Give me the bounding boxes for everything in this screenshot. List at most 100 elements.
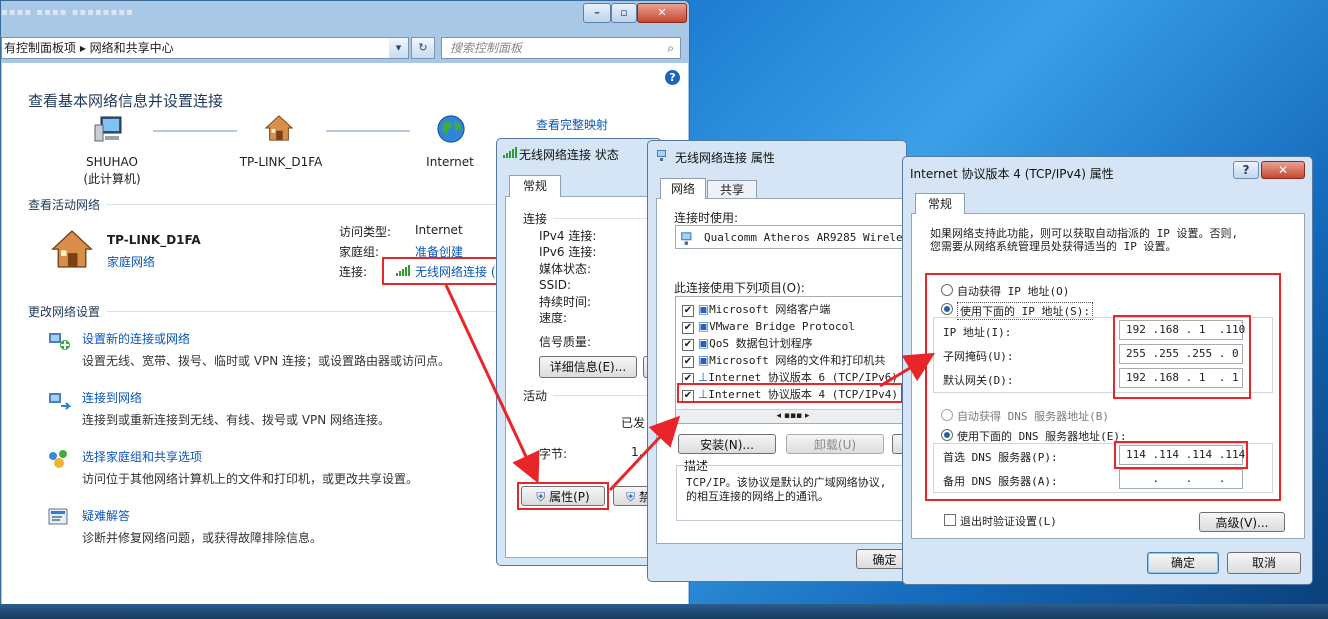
wifi-signal-icon [503, 147, 517, 158]
refresh-icon[interactable]: ↻ [411, 37, 435, 59]
node-sub: (此计算机) [83, 172, 141, 186]
ipv4-properties-dialog: Internet 协议版本 4 (TCP/IPv4) 属性 ? ✕ 常规 如果网… [902, 156, 1313, 585]
search-input[interactable]: 搜索控制面板 ⌕ [441, 37, 681, 59]
signal-quality-label: 信号质量: [539, 335, 592, 349]
adapter-field[interactable]: Qualcomm Atheros AR9285 Wireless [675, 225, 916, 249]
page-title: 查看基本网络信息并设置连接 [28, 92, 224, 110]
description-line: 的相互连接的网络上的通讯。 [686, 490, 829, 503]
task-homegroup-link[interactable]: 选择家庭组和共享选项 [82, 448, 202, 465]
item-icon: ▣ [697, 353, 710, 367]
items-label: 此连接使用下列项目(O): [674, 281, 805, 295]
breadcrumb[interactable]: 有控制面板项 ▸ 网络和共享中心 [4, 41, 174, 55]
internet-globe-icon [437, 115, 465, 143]
list-item[interactable]: ✔ ▣QoS 数据包计划程序 [682, 335, 908, 352]
list-item[interactable]: ✔ ▣Microsoft 网络客户端 [682, 301, 908, 318]
view-full-map-link[interactable]: 查看完整映射 [536, 116, 608, 133]
shield-icon: ⛨ [626, 490, 636, 504]
active-network-name: TP-LINK_D1FA [107, 233, 201, 247]
details-button[interactable]: 详细信息(E)... [539, 356, 637, 378]
annotation-highlight [1114, 441, 1248, 469]
home-network-icon [264, 115, 294, 141]
setup-connection-icon [49, 333, 70, 350]
status-row: IPv6 连接: [539, 245, 597, 260]
status-row: 持续时间: [539, 294, 592, 309]
help-button[interactable]: ? [1233, 161, 1259, 179]
change-settings-header: 更改网络设置 [28, 305, 101, 319]
taskbar[interactable] [0, 604, 1328, 619]
task-troubleshoot-desc: 诊断并修复网络问题，或获得故障排除信息。 [82, 531, 323, 545]
install-button[interactable]: 安装(N)... [678, 434, 776, 454]
address-bar[interactable]: 有控制面板项 ▸ 网络和共享中心 [1, 37, 409, 59]
item-icon: ▣ [697, 336, 710, 350]
homegroup-icon [49, 450, 67, 468]
checkbox[interactable]: ✔ [682, 339, 694, 351]
advanced-button[interactable]: 高级(V)... [1199, 512, 1285, 532]
manual-ip-radio[interactable] [941, 303, 953, 315]
connection-group-label: 连接 [523, 212, 548, 226]
auto-dns-radio[interactable] [941, 409, 953, 421]
subnet-mask-label: 子网掩码(U): [943, 350, 1014, 363]
network-adapter-icon [657, 150, 666, 161]
tab-general[interactable]: 常规 [509, 175, 561, 197]
checkbox[interactable]: ✔ [682, 356, 694, 368]
intro-text: 您需要从网络系统管理员处获得适当的 IP 设置。 [930, 240, 1177, 253]
auto-ip-label[interactable]: 自动获得 IP 地址(O) [957, 283, 1069, 299]
list-item[interactable]: ✔ ▣VMware Bridge Protocol [682, 318, 908, 335]
network-type-link[interactable]: 家庭网络 [107, 253, 155, 270]
checkbox[interactable]: ✔ [682, 322, 694, 334]
close-button[interactable]: ✕ [1261, 161, 1305, 179]
list-item[interactable]: ✔ ▣Microsoft 网络的文件和打印机共 [682, 352, 908, 369]
validate-label[interactable]: 退出时验证设置(L) [960, 513, 1057, 529]
wireless-status-dialog: 无线网络连接 状态 常规 连接 IPv4 连接: IPv6 连接: 媒体状态: … [496, 138, 663, 566]
checkbox[interactable]: ✔ [682, 305, 694, 317]
auto-ip-radio[interactable] [941, 284, 953, 296]
properties-button-label: 属性(P) [549, 490, 590, 504]
alternate-dns-input[interactable]: . . . [1119, 469, 1243, 489]
dialog-title: Internet 协议版本 4 (TCP/IPv4) 属性 [910, 167, 1114, 181]
components-list[interactable]: ✔ ▣Microsoft 网络客户端 ✔ ▣VMware Bridge Prot… [675, 296, 909, 424]
task-troubleshoot-link[interactable]: 疑难解答 [82, 507, 130, 524]
title-bar[interactable]: ▪▪▪▪ ▪▪▪▪ ▪▪▪▪▪▪▪▪ – ▫ ✕ [1, 1, 689, 35]
uninstall-button[interactable]: 卸载(U) [786, 434, 884, 454]
active-networks-header: 查看活动网络 [28, 198, 101, 212]
task-connect-network-link[interactable]: 连接到网络 [82, 389, 142, 406]
maximize-button[interactable]: ▫ [611, 3, 637, 23]
home-network-large-icon [50, 230, 94, 268]
annotation-highlight [677, 383, 903, 403]
search-icon[interactable]: ⌕ [667, 38, 674, 58]
preferred-dns-label: 首选 DNS 服务器(P): [943, 451, 1058, 464]
status-row: 速度: [539, 311, 568, 326]
task-connect-network-desc: 连接到或重新连接到无线、有线、拨号或 VPN 网络连接。 [82, 413, 391, 427]
homegroup-label: 家庭组: [339, 245, 380, 259]
search-placeholder: 搜索控制面板 [450, 41, 523, 55]
manual-dns-label[interactable]: 使用下面的 DNS 服务器地址(E): [957, 428, 1127, 444]
connect-network-icon [49, 393, 71, 410]
address-dropdown-icon[interactable]: ▾ [389, 37, 409, 59]
tab-sharing[interactable]: 共享 [707, 180, 757, 199]
troubleshoot-icon [48, 508, 68, 525]
wireless-connection-link[interactable]: 无线网络连接 ( [415, 263, 496, 280]
properties-button[interactable]: ⛨ 属性(P) [521, 486, 605, 506]
ok-button[interactable]: 确定 [1147, 552, 1219, 574]
connect-using-label: 连接时使用: [674, 211, 739, 225]
minimize-button[interactable]: – [583, 3, 611, 23]
validate-checkbox[interactable] [944, 514, 956, 526]
manual-dns-radio[interactable] [941, 429, 953, 441]
shield-icon: ⛨ [536, 490, 546, 504]
task-setup-connection-link[interactable]: 设置新的连接或网络 [82, 330, 190, 347]
ip-address-label: IP 地址(I): [943, 326, 1012, 339]
map-node-router: TP-LINK_D1FA [239, 155, 323, 169]
cancel-button[interactable]: 取消 [1227, 552, 1301, 574]
divider [553, 395, 657, 396]
blurred-title-area: ▪▪▪▪ ▪▪▪▪ ▪▪▪▪▪▪▪▪ [1, 7, 134, 18]
map-link-line [326, 130, 410, 132]
tab-general[interactable]: 常规 [915, 193, 965, 214]
item-label: Microsoft 网络的文件和打印机共 [709, 354, 886, 367]
tab-network[interactable]: 网络 [660, 178, 706, 199]
auto-dns-label[interactable]: 自动获得 DNS 服务器地址(B) [957, 408, 1109, 424]
divider [106, 204, 496, 205]
help-icon[interactable]: ? [665, 70, 680, 85]
computer-icon [94, 116, 122, 142]
close-button[interactable]: ✕ [637, 3, 687, 23]
horizontal-scrollbar[interactable]: ◂ ▪▪▪ ▸ [676, 409, 908, 423]
